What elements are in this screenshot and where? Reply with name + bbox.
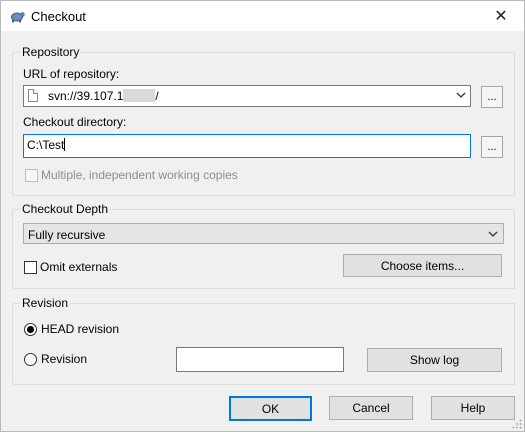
close-button[interactable]: ✕ [478,1,524,31]
resize-grip-icon[interactable] [512,419,522,429]
revision-group: Revision [12,296,515,385]
cancel-label: Cancel [352,401,390,415]
checkout-dir-input[interactable]: C:\Test [23,134,471,158]
revision-input[interactable] [176,347,344,372]
depth-dropdown[interactable]: Fully recursive [23,223,504,244]
revision-radio[interactable] [24,353,37,366]
show-log-button[interactable]: Show log [367,348,502,372]
revision-group-title: Revision [20,296,71,310]
checkout-dir-value: C:\Test [27,138,65,152]
head-revision-radio[interactable] [24,323,37,336]
choose-items-label: Choose items... [380,258,465,273]
browse-dir-button[interactable]: ... [481,136,503,158]
tortoise-icon [11,12,25,23]
browse-url-label: ... [487,91,497,103]
browse-url-button[interactable]: ... [481,86,503,108]
chevron-down-icon [488,231,498,237]
ok-label: OK [261,401,280,416]
checkout-depth-group: Checkout Depth [12,202,515,289]
checkout-depth-group-title: Checkout Depth [20,202,111,216]
url-label: URL of repository: [23,67,120,81]
redacted-mask [123,89,156,102]
window-title: Checkout [31,9,86,24]
title-bar[interactable]: Checkout ✕ [1,1,524,31]
checkout-dialog: Checkout ✕ Repository URL of repository:… [0,0,525,432]
browse-dir-label: ... [487,141,497,153]
repository-group-title: Repository [20,45,82,59]
depth-selected: Fully recursive [28,228,106,242]
ok-button[interactable]: OK [229,396,312,421]
choose-items-button[interactable]: Choose items... [343,254,502,277]
chevron-down-icon[interactable] [456,91,466,99]
multiple-copies-checkbox[interactable] [25,169,38,182]
checkout-dir-label: Checkout directory: [23,115,127,129]
cancel-button[interactable]: Cancel [329,396,413,420]
text-caret [64,138,66,151]
omit-externals-checkbox[interactable] [24,261,37,274]
show-log-label: Show log [409,353,460,367]
url-value-suffix: / [155,89,159,103]
url-value: svn://39.107.1 [48,89,124,103]
omit-externals-label: Omit externals [40,260,118,274]
help-button[interactable]: Help [431,396,515,420]
url-combobox[interactable]: svn://39.107.1 / [23,85,471,107]
revision-label: Revision [41,352,88,366]
head-revision-label: HEAD revision [41,322,120,336]
close-icon: ✕ [494,8,508,25]
multiple-copies-label: Multiple, independent working copies [41,168,238,182]
help-label: Help [460,401,486,415]
file-icon [28,89,38,102]
